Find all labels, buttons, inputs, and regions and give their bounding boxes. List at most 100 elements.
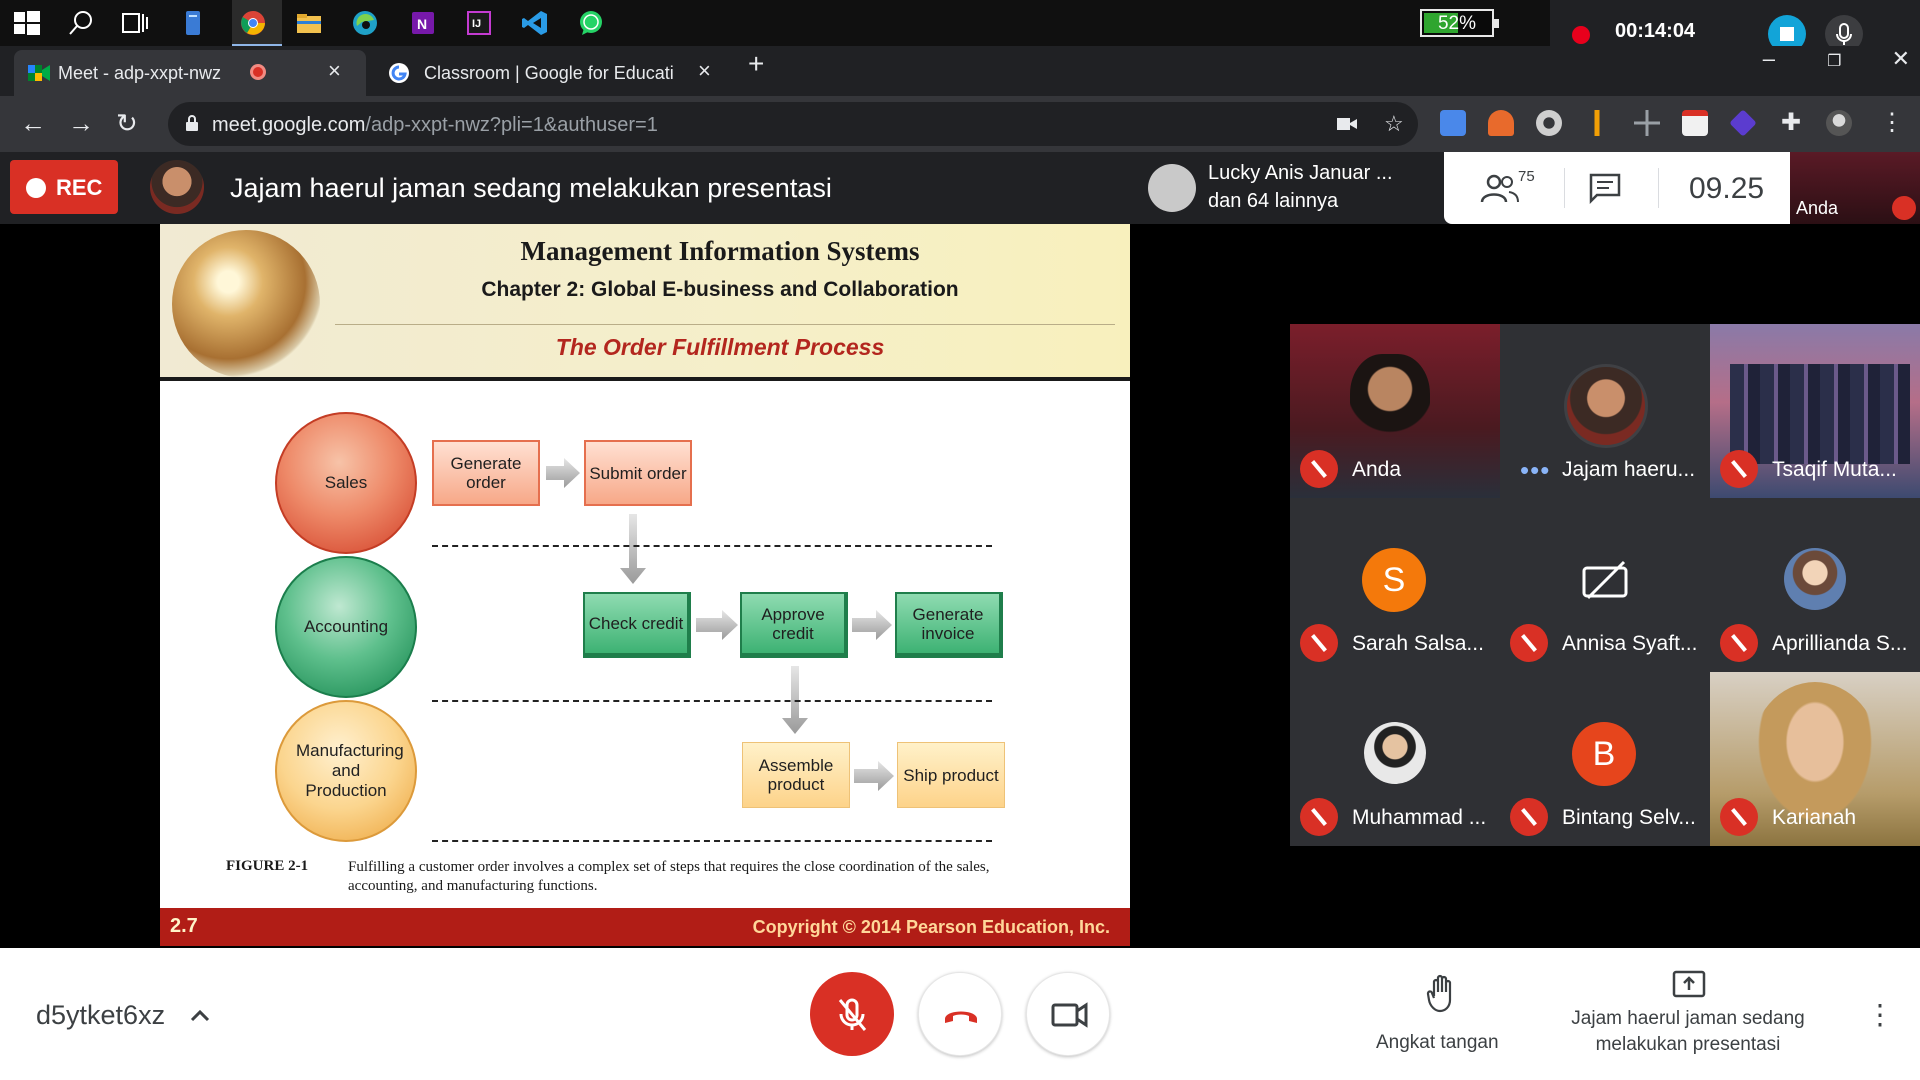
people-icon[interactable] xyxy=(1480,172,1520,206)
camera-blocked-icon[interactable] xyxy=(1336,115,1358,133)
participant-tile[interactable]: Annisa Syaft... xyxy=(1500,498,1710,672)
forward-arrow-icon[interactable]: → xyxy=(68,108,94,139)
edge-icon[interactable] xyxy=(350,8,380,38)
intellij-icon[interactable]: IJ xyxy=(464,8,494,38)
participant-tile[interactable]: Karianah xyxy=(1710,672,1920,846)
bookmark-star-icon[interactable]: ☆ xyxy=(1384,111,1404,137)
self-view-label: Anda xyxy=(1796,198,1839,218)
google-icon xyxy=(389,63,409,83)
step-generate-invoice: Generate invoice xyxy=(895,592,1003,658)
extension-calendar-icon[interactable] xyxy=(1682,110,1708,136)
battery-indicator: 52% xyxy=(1420,9,1499,37)
tab-meet[interactable]: Meet - adp-xxpt-nwz × xyxy=(14,50,366,96)
raise-hand-icon[interactable] xyxy=(1426,974,1460,1014)
divider xyxy=(1564,168,1565,208)
step-generate-order: Generate order xyxy=(432,440,540,506)
file-explorer-icon[interactable] xyxy=(294,8,324,38)
participant-name: Tsaqif Muta... xyxy=(1772,458,1897,481)
camera-off-icon xyxy=(1582,560,1628,600)
divider xyxy=(432,840,992,842)
mic-off-icon xyxy=(1510,798,1548,836)
recording-dot-icon xyxy=(1572,26,1590,44)
mic-off-icon xyxy=(1720,450,1758,488)
participant-name: Karianah xyxy=(1772,806,1857,829)
extension-diamond-icon[interactable] xyxy=(1729,109,1757,137)
back-arrow-icon[interactable]: ← xyxy=(20,108,46,139)
slide-number: 2.7 xyxy=(170,915,198,937)
tab-title: Classroom | Google for Education xyxy=(424,63,674,83)
chevron-up-icon[interactable] xyxy=(188,1004,212,1028)
circle-manufacturing-label: Manufacturing and Production xyxy=(296,741,404,800)
search-icon[interactable] xyxy=(66,8,96,38)
participant-tile[interactable]: Muhammad ... xyxy=(1290,672,1500,846)
meet-info-panel: 75 09.25 xyxy=(1444,152,1790,224)
battery-percent: 52% xyxy=(1437,13,1477,34)
chat-icon[interactable] xyxy=(1588,172,1622,204)
present-screen-icon[interactable] xyxy=(1672,970,1706,1000)
browser-tab-strip: Meet - adp-xxpt-nwz × Classroom | Google… xyxy=(0,46,1920,96)
camera-icon xyxy=(1051,1002,1088,1028)
minimize-icon[interactable]: – xyxy=(1763,46,1775,71)
profile-avatar-icon[interactable] xyxy=(1826,110,1852,136)
mic-off-icon xyxy=(1892,196,1916,220)
participant-tile[interactable]: ••• Jajam haeru... xyxy=(1500,324,1710,498)
move-cross-icon[interactable] xyxy=(1634,110,1660,136)
mic-off-icon xyxy=(838,998,867,1031)
vscode-icon[interactable] xyxy=(520,8,550,38)
meeting-code[interactable]: d5ytket6xz xyxy=(36,1000,165,1031)
participant-name: Muhammad ... xyxy=(1352,806,1487,829)
mic-toggle-button[interactable] xyxy=(810,972,894,1056)
task-view-icon[interactable] xyxy=(120,8,150,38)
participant-tile[interactable]: Aprillianda S... xyxy=(1710,498,1920,672)
participant-initial-avatar: B xyxy=(1572,722,1636,786)
tab-title: Meet - adp-xxpt-nwz xyxy=(58,63,222,83)
join-notification[interactable]: Lucky Anis Januar ... dan 64 lainnya xyxy=(1136,152,1442,224)
leave-call-button[interactable] xyxy=(918,972,1002,1056)
participant-grid: Anda ••• Jajam haeru... Tsaqif Muta... S… xyxy=(1290,224,1920,948)
reload-icon[interactable]: ↻ xyxy=(116,108,138,139)
participant-tile[interactable]: S Sarah Salsa... xyxy=(1290,498,1500,672)
url-host: meet.google.com xyxy=(212,114,366,136)
more-options-icon[interactable]: ⋮ xyxy=(1866,998,1894,1031)
recording-tab-icon xyxy=(250,64,266,80)
recording-badge: REC xyxy=(10,160,118,214)
settings-gear-icon[interactable] xyxy=(1536,110,1562,136)
restore-icon[interactable]: ❐ xyxy=(1827,53,1841,70)
chrome-icon[interactable] xyxy=(238,8,268,38)
participant-initial-avatar: S xyxy=(1362,548,1426,612)
new-tab-icon[interactable]: + xyxy=(748,48,764,80)
tab-classroom[interactable]: Classroom | Google for Education × xyxy=(380,46,730,90)
self-view-tile[interactable]: Anda xyxy=(1790,152,1920,224)
google-translate-icon[interactable] xyxy=(1440,110,1466,136)
lock-icon xyxy=(186,115,198,131)
participant-tile[interactable]: Tsaqif Muta... xyxy=(1710,324,1920,498)
file-icon[interactable] xyxy=(178,8,208,38)
record-dot-icon xyxy=(26,178,46,198)
windows-icon[interactable] xyxy=(12,8,42,38)
speaking-dots-icon: ••• xyxy=(1520,455,1551,485)
extension-hammer-icon[interactable] xyxy=(1584,110,1610,136)
step-submit-order: Submit order xyxy=(584,440,692,506)
raise-hand-label[interactable]: Angkat tangan xyxy=(1376,1032,1499,1054)
participant-tile[interactable]: Anda xyxy=(1290,324,1500,498)
whatsapp-icon[interactable] xyxy=(576,8,606,38)
participant-tile[interactable]: B Bintang Selv... xyxy=(1500,672,1710,846)
url-text: meet.google.com/adp-xxpt-nwz?pli=1&authu… xyxy=(212,114,658,137)
browser-menu-icon[interactable]: ⋮ xyxy=(1880,108,1904,137)
address-bar[interactable]: meet.google.com/adp-xxpt-nwz?pli=1&authu… xyxy=(168,102,1418,146)
close-window-icon[interactable]: ✕ xyxy=(1892,46,1910,71)
window-controls: – ❐ ✕ xyxy=(1763,46,1910,72)
presenting-status-label[interactable]: Jajam haerul jaman sedang melakukan pres… xyxy=(1548,1006,1828,1058)
presenter-avatar xyxy=(150,160,204,214)
extensions-puzzle-icon[interactable]: ✚ xyxy=(1778,110,1804,136)
step-check-credit: Check credit xyxy=(583,592,691,658)
mic-off-icon xyxy=(1720,624,1758,662)
extension-rocket-icon[interactable] xyxy=(1488,110,1514,136)
close-tab-icon[interactable]: × xyxy=(328,58,341,84)
participant-name: Aprillianda S... xyxy=(1772,632,1908,655)
onenote-icon[interactable]: N xyxy=(408,8,438,38)
figure-caption: Fulfilling a customer order involves a c… xyxy=(348,859,990,894)
recording-timer: 00:14:04 xyxy=(1615,20,1696,42)
camera-toggle-button[interactable] xyxy=(1026,972,1110,1056)
close-tab-icon[interactable]: × xyxy=(698,58,711,84)
